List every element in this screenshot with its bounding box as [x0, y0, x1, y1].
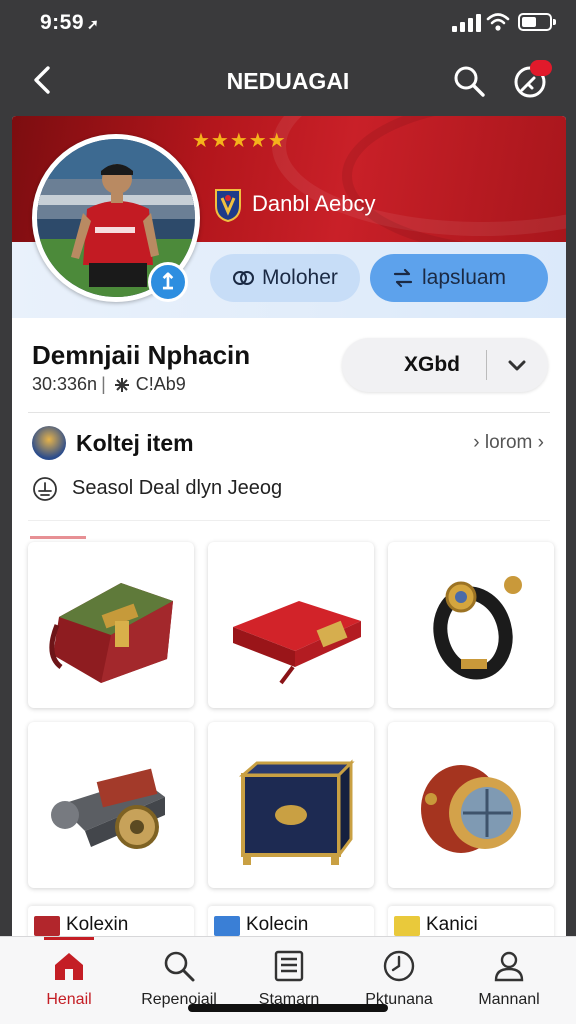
- search-icon: [164, 951, 195, 982]
- nav-header: NEDUAGAI: [0, 48, 576, 114]
- follow-button[interactable]: XGbd: [342, 338, 548, 392]
- item-tile-bag[interactable]: [28, 542, 194, 708]
- battery-icon: [518, 13, 556, 31]
- collection-more-link[interactable]: › lorom ›: [473, 432, 544, 454]
- list-icon: [274, 950, 304, 982]
- chest-icon: [238, 759, 355, 865]
- stat-1: 30:336n: [32, 374, 98, 394]
- item-tile-chest[interactable]: [208, 722, 374, 888]
- mini-card-2-icon: [214, 916, 240, 936]
- location-arrow-icon: ➚: [87, 16, 100, 32]
- profile-stats: 30:336n | C!Ab9: [32, 374, 186, 394]
- chevron-down-icon[interactable]: [506, 354, 528, 376]
- tab-clock[interactable]: Pktunana: [344, 943, 454, 1013]
- notification-badge: [530, 60, 552, 76]
- home-icon: [55, 953, 83, 980]
- tab-search[interactable]: Repenoiail: [124, 943, 234, 1013]
- ring-icon: [433, 576, 522, 680]
- tab-profile-label: Mannanl: [478, 991, 540, 1008]
- mini-card-2-label: Kolecin: [246, 914, 309, 935]
- status-bar: 9:59 ➚: [0, 0, 576, 48]
- signal-icon: [452, 14, 482, 32]
- stat-2: C!Ab9: [135, 374, 186, 394]
- collection-more-label: lorom: [484, 432, 533, 453]
- orb-icon: [421, 765, 521, 853]
- divider: [28, 412, 550, 413]
- active-tab-indicator: [44, 937, 94, 940]
- time-text: 9:59: [40, 11, 85, 34]
- link-icon: [233, 271, 254, 285]
- clock-icon: [383, 950, 415, 982]
- pill-2-label: lapsluam: [422, 266, 507, 289]
- swap-icon: [393, 268, 413, 288]
- collection-title: Koltej item: [76, 430, 194, 456]
- section-marker: [30, 536, 86, 539]
- home-indicator: [188, 1004, 388, 1012]
- pill-button-2[interactable]: lapsluam: [370, 254, 548, 302]
- profile-name: Demnjaii Nphacin: [32, 340, 251, 370]
- collection-header[interactable]: Koltej item › lorom ›: [32, 426, 548, 466]
- team-name: Danbl Aebcy: [252, 191, 376, 216]
- season-icon: [33, 477, 57, 501]
- tab-home[interactable]: Henail: [14, 937, 124, 1013]
- status-time: 9:59 ➚: [40, 11, 99, 35]
- cannon-icon: [51, 768, 165, 849]
- item-tile-ring[interactable]: [388, 542, 554, 708]
- profile-card: ★★★★★ Danbl Aebcy ↥ Moloher lapsluam Dem…: [12, 116, 566, 1024]
- tab-profile[interactable]: Mannanl: [454, 943, 564, 1013]
- user-icon: [494, 951, 524, 982]
- pill-1-label: Moloher: [262, 266, 338, 289]
- wallet-icon: [233, 601, 361, 685]
- item-tile-orb[interactable]: [388, 722, 554, 888]
- verified-badge-icon: ↥: [148, 262, 188, 302]
- season-text: Seasol Deal dlyn Jeeog: [72, 477, 283, 499]
- follow-label: XGbd: [404, 353, 460, 376]
- team-crest-icon: [215, 189, 241, 222]
- bag-icon: [49, 583, 173, 683]
- item-tile-cannon[interactable]: [28, 722, 194, 888]
- season-row[interactable]: Seasol Deal dlyn Jeeog: [32, 474, 548, 506]
- item-tile-wallet[interactable]: [208, 542, 374, 708]
- tab-home-label: Henail: [46, 991, 92, 1008]
- mini-card-1-label: Kolexin: [66, 914, 129, 935]
- wifi-icon: [486, 13, 510, 31]
- mini-card-1-icon: [34, 916, 60, 936]
- divider: [28, 520, 550, 521]
- rating-stars: ★★★★★: [192, 130, 287, 152]
- pill-button-1[interactable]: Moloher: [210, 254, 360, 302]
- mini-card-3-icon: [394, 916, 420, 936]
- mini-card-3-label: Kanici: [426, 914, 478, 935]
- collection-icon: [32, 426, 66, 460]
- page-title: NEDUAGAI: [226, 68, 350, 94]
- spark-icon: [114, 377, 129, 392]
- tab-list[interactable]: Stamarn: [234, 943, 344, 1013]
- search-icon[interactable]: [452, 64, 486, 98]
